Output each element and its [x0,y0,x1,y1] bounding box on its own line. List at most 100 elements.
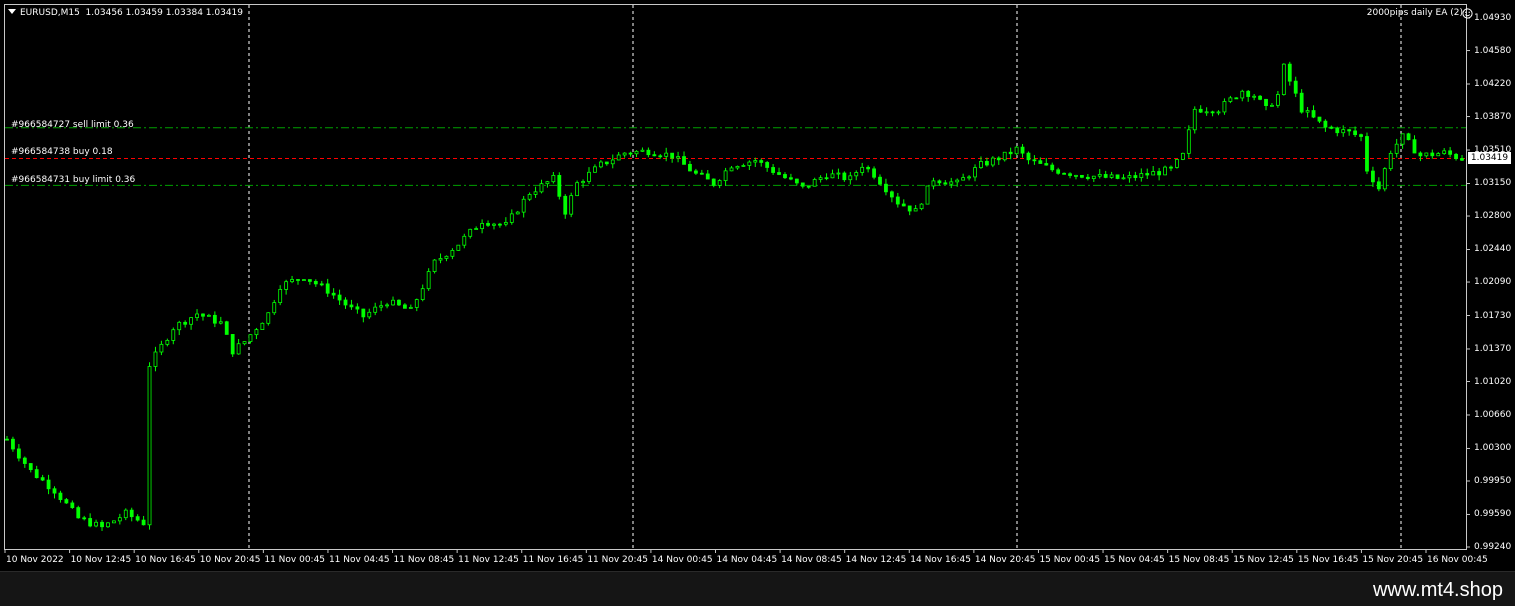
candle-body [569,195,574,215]
candle-body [1127,175,1132,179]
order-label-buy-limit[interactable]: #966584731 buy limit 0.36 [11,175,135,185]
candle-body [979,161,983,169]
dropdown-triangle-icon[interactable] [8,9,16,14]
candle-body [1091,175,1096,179]
candle-body [919,203,924,210]
candle-body [1299,92,1304,113]
candle-body [343,299,348,306]
candle-body [1032,159,1037,162]
candle-body [1371,170,1375,183]
candle-body [106,522,110,528]
price-tick-label: 1.02800 [1474,211,1512,222]
price-tick-label: 1.01020 [1474,376,1512,387]
candle-body [129,509,134,518]
candle-body [604,161,609,165]
candle-body [171,329,176,341]
candle-body [1085,176,1090,179]
time-tick-label: 11 Nov 00:45 [264,555,326,565]
candle-body [664,152,669,157]
candle-body [973,167,977,178]
candle-body [456,244,461,251]
candle-body [682,156,686,165]
candle-body [373,306,378,313]
candle-body [634,150,639,155]
candle-body [699,172,704,175]
candle-body [361,308,366,318]
chart-window[interactable]: EURUSD,M15 1.03456 1.03459 1.03384 1.034… [0,0,1515,571]
candle-body [1186,129,1191,154]
candle-body [842,172,847,181]
price-tick-label: 1.02440 [1474,244,1512,255]
candle-body [895,196,900,205]
candle-body [195,313,199,318]
candle-body [961,177,966,181]
price-tick-label: 1.02090 [1474,277,1512,288]
expert-advisor-label[interactable]: 2000pips daily EA (2) [1367,8,1463,19]
candle-body [854,172,859,177]
candle-body [1038,160,1043,164]
candle-body [1376,181,1381,190]
candle-body [1448,150,1453,155]
candle-body [123,509,128,519]
candle-body [414,299,419,308]
candle-body [646,149,651,156]
candle-body [52,488,57,494]
candle-body [1044,163,1049,166]
candle-body [1335,127,1340,134]
candle-body [426,271,431,290]
candle-body [224,321,229,335]
candle-body [824,177,829,180]
candle-body [610,159,615,165]
order-label-sell-limit[interactable]: #966584727 sell limit 0.36 [11,120,134,130]
candle-body [806,185,811,188]
candle-body [1264,98,1268,106]
candle-body [34,469,39,479]
candle-body [587,171,591,182]
candle-body [901,203,906,207]
candle-body [278,289,283,304]
price-tick-label: 0.99950 [1474,475,1512,486]
symbol-header[interactable]: EURUSD,M15 1.03456 1.03459 1.03384 1.034… [8,8,243,19]
candle-body [1008,151,1013,155]
candle-body [955,179,960,183]
candle-body [990,157,995,166]
candle-body [1234,97,1239,100]
candle-body [1454,153,1458,159]
candle-body [498,223,502,226]
candle-body [848,175,853,181]
time-tick-label: 15 Nov 12:45 [1233,555,1294,565]
candle-body [913,208,918,212]
candle-body [1080,174,1084,178]
candle-body [1068,173,1072,176]
time-tick-label: 11 Nov 04:45 [328,555,390,565]
candle-body [652,154,657,157]
candle-body [515,211,520,215]
current-price-marker: 1.03419 [1468,152,1511,164]
candle-body [984,161,989,166]
time-tick-label: 10 Nov 12:45 [70,555,132,565]
candle-body [1258,95,1262,100]
order-label-buy[interactable]: #966584738 buy 0.18 [11,147,113,157]
candle-body [581,181,585,184]
candle-body [551,175,556,183]
candle-body [159,343,164,353]
candle-body [503,222,508,225]
candle-body [331,292,336,296]
candle-body [670,152,675,159]
candle-body [1281,63,1286,95]
candle-body [1014,146,1019,155]
candle-body [598,161,603,168]
candle-body [1175,159,1179,168]
candle-body [860,166,865,173]
chart-canvas[interactable] [0,0,1515,571]
candle-body [367,311,372,318]
time-tick-label: 11 Nov 12:45 [458,555,519,565]
price-tick-label: 1.03150 [1474,178,1512,189]
candle-body [889,191,894,198]
candle-body [1293,80,1298,94]
candle-body [628,152,633,155]
time-tick-label: 14 Nov 20:45 [974,555,1036,565]
candle-body [242,341,247,345]
price-tick-label: 1.04580 [1474,45,1512,56]
candle-body [1240,90,1245,99]
